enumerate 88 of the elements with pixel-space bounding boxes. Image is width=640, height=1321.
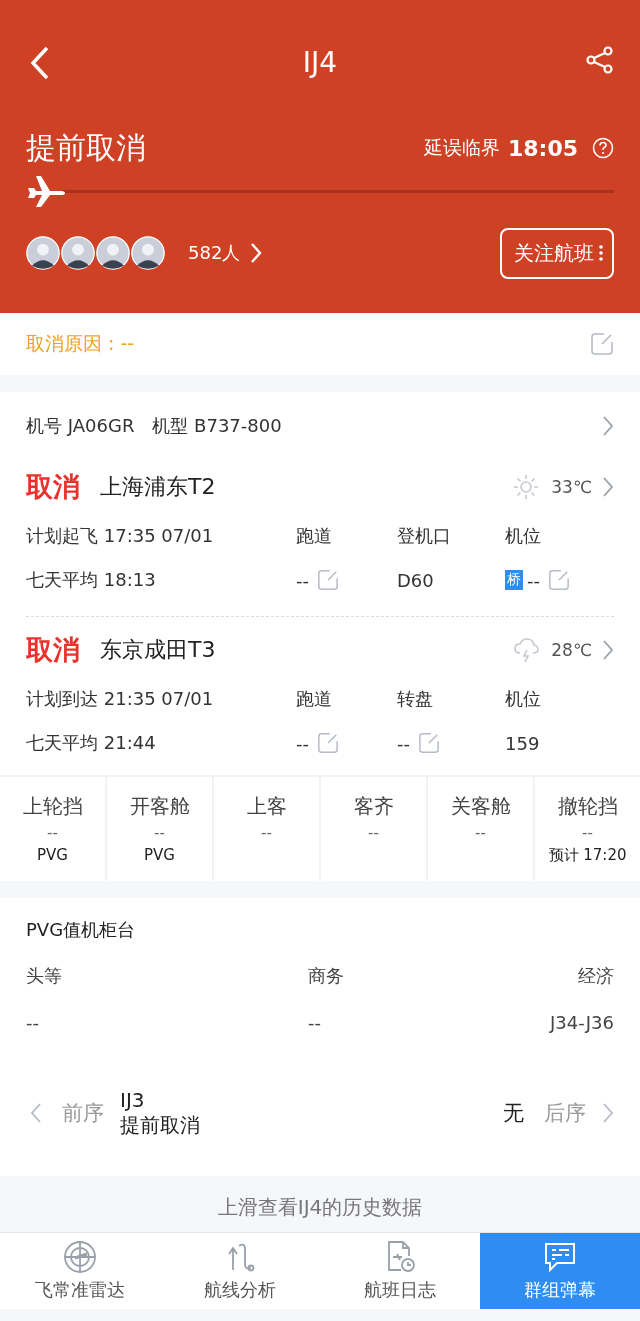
scheduled-time: 计划到达 21:35 07/01: [26, 687, 215, 711]
class-label: 商务: [308, 964, 345, 988]
aircraft-registration: 机号 JA06GR: [26, 414, 135, 438]
avatar[interactable]: [26, 236, 60, 270]
milestone-note: PVG: [144, 846, 175, 864]
back-icon[interactable]: [30, 46, 50, 80]
delay-time: 18:05: [507, 135, 578, 161]
flight-status: 提前取消: [26, 128, 146, 167]
help-icon[interactable]: [592, 137, 614, 159]
airport-name: 上海浦东T2: [100, 473, 216, 501]
milestone-label: 上客: [246, 793, 287, 820]
bridge-badge: 桥: [505, 570, 523, 590]
field-label: 跑道: [296, 524, 333, 548]
section-title: PVG值机柜台: [26, 918, 137, 942]
previous-label: 前序: [62, 1100, 104, 1127]
scheduled-time: 计划起飞 17:35 07/01: [26, 524, 215, 548]
field-label: 转盘: [397, 687, 434, 711]
airport-name: 东京成田T3: [100, 636, 216, 664]
milestone-value: --: [582, 824, 593, 842]
milestone-label: 开客舱: [129, 793, 190, 820]
tab[interactable]: 航线分析: [160, 1233, 320, 1309]
tab-label: 航班日志: [364, 1278, 436, 1302]
next-flight: 无: [503, 1100, 524, 1127]
edit-icon[interactable]: [317, 569, 339, 591]
temperature: 33℃: [551, 477, 592, 497]
follow-flight-button[interactable]: 关注航班: [500, 227, 614, 279]
milestone-note: PVG: [37, 846, 68, 864]
flight-title: IJ4: [302, 46, 338, 79]
sun-icon: [513, 474, 540, 500]
temperature: 28℃: [551, 640, 592, 660]
delay-label: 延误临界: [423, 135, 500, 160]
previous-flight[interactable]: IJ3: [120, 1087, 200, 1112]
follower-count[interactable]: 582人: [188, 241, 241, 265]
chat-icon: [543, 1240, 577, 1274]
chevron-right-icon[interactable]: [602, 476, 614, 498]
edit-icon[interactable]: [590, 332, 614, 356]
tab[interactable]: 飞常准雷达: [0, 1233, 160, 1309]
field-value: D60: [397, 569, 434, 591]
avatar[interactable]: [96, 236, 130, 270]
leg-status: 取消: [26, 633, 80, 667]
more-icon: [598, 243, 604, 263]
average-time: 七天平均 21:44: [26, 731, 157, 755]
tab-label: 飞常准雷达: [35, 1278, 125, 1302]
class-label: 经济: [578, 964, 614, 988]
history-hint: 上滑查看IJ4的历史数据: [217, 1194, 423, 1221]
next-label: 后序: [544, 1100, 586, 1127]
field-label: 跑道: [296, 687, 333, 711]
avatar[interactable]: [131, 236, 165, 270]
edit-icon[interactable]: [317, 732, 339, 754]
chevron-right-icon[interactable]: [602, 415, 614, 437]
radar-icon: [63, 1240, 97, 1274]
tab-label: 群组弹幕: [524, 1278, 596, 1302]
edit-icon[interactable]: [418, 732, 440, 754]
average-time: 七天平均 18:13: [26, 568, 157, 592]
thunderstorm-icon: [513, 637, 540, 663]
class-label: 头等: [26, 964, 62, 988]
counter-value: J34-J36: [550, 1012, 614, 1033]
milestone-value: --: [154, 824, 165, 842]
field-value: 159: [505, 732, 540, 754]
milestone-label: 撤轮挡: [557, 793, 618, 820]
milestone-label: 关客舱: [450, 793, 511, 820]
chevron-right-icon[interactable]: [602, 639, 614, 661]
milestone-value: --: [261, 824, 272, 842]
milestone-value: --: [475, 824, 486, 842]
leg-status: 取消: [26, 470, 80, 504]
milestone-value: --: [47, 824, 58, 842]
milestone-value: --: [368, 824, 379, 842]
avatar[interactable]: [61, 236, 95, 270]
field-value: --: [397, 732, 410, 754]
cancel-reason: 取消原因 : --: [26, 331, 135, 356]
counter-value: --: [308, 1012, 323, 1033]
milestone-label: 客齐: [353, 793, 394, 820]
milestone-note: 预计 17:20: [548, 846, 627, 865]
share-icon[interactable]: [586, 46, 614, 74]
chevron-left-icon[interactable]: [30, 1102, 42, 1124]
edit-icon[interactable]: [548, 569, 570, 591]
field-value: --: [527, 569, 540, 591]
tab-label: 航线分析: [204, 1278, 276, 1302]
field-label: 机位: [505, 524, 542, 548]
field-label: 登机口: [397, 524, 452, 548]
tab[interactable]: 航班日志: [320, 1233, 480, 1309]
field-label: 机位: [505, 687, 542, 711]
aircraft-type: 机型 B737-800: [152, 414, 282, 438]
field-value: --: [296, 732, 309, 754]
counter-value: --: [26, 1012, 40, 1033]
field-value: --: [296, 569, 309, 591]
previous-status: 提前取消: [120, 1111, 200, 1139]
milestone-label: 上轮挡: [22, 793, 83, 820]
